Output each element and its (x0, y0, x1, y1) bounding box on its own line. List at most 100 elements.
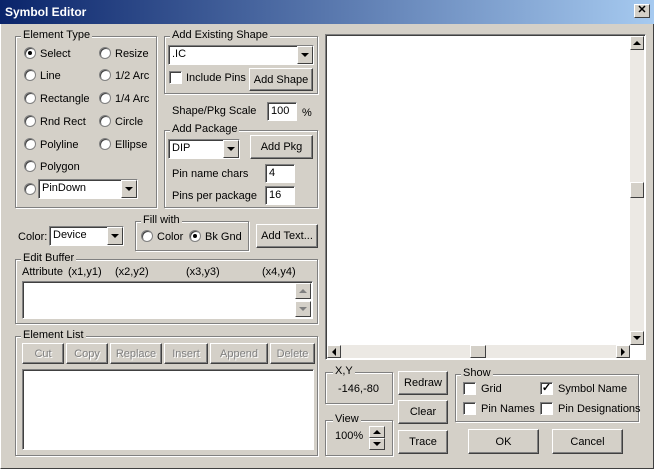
pin-type-value: PinDown (42, 182, 87, 194)
radio-rectangle-label: Rectangle (40, 93, 90, 105)
radio-pin[interactable] (24, 183, 36, 195)
scale-input[interactable]: 100 (267, 102, 297, 121)
pins-per-package-input[interactable]: 16 (265, 186, 295, 205)
include-pins-label: Include Pins (186, 72, 246, 84)
close-button[interactable]: ✕ (634, 4, 650, 18)
color-value: Device (53, 229, 87, 241)
add-existing-shape-label: Add Existing Shape (170, 29, 271, 41)
add-package-label: Add Package (170, 123, 240, 135)
radio-fill-bkgnd[interactable] (189, 230, 201, 242)
pin-name-chars-label: Pin name chars (172, 168, 249, 180)
edit-buffer-header-x3y3: (x3,y3) (186, 266, 220, 278)
trace-button[interactable]: Trace (398, 430, 448, 454)
edit-buffer-header-x1y1: (x1,y1) (68, 266, 102, 278)
radio-rnd-rect[interactable] (24, 115, 36, 127)
radio-line-label: Line (40, 70, 61, 82)
radio-resize-label: Resize (115, 48, 149, 60)
grid-checkbox[interactable] (463, 382, 476, 395)
element-list-box[interactable] (22, 369, 314, 450)
radio-circle[interactable] (99, 115, 111, 127)
pin-designations-checkbox[interactable] (540, 402, 553, 415)
fill-with-label: Fill with (141, 214, 182, 226)
canvas-scroll-down[interactable] (630, 331, 644, 345)
ok-button[interactable]: OK (468, 429, 539, 454)
radio-rnd-rect-label: Rnd Rect (40, 116, 86, 128)
canvas-scroll-right[interactable] (616, 345, 630, 358)
color-label: Color: (18, 231, 48, 243)
canvas-scroll-up[interactable] (630, 36, 644, 50)
append-button[interactable]: Append (210, 343, 268, 364)
close-icon: ✕ (637, 4, 647, 16)
insert-button[interactable]: Insert (164, 343, 208, 364)
add-shape-button[interactable]: Add Shape (249, 68, 313, 91)
edit-buffer-header-x2y2: (x2,y2) (115, 266, 149, 278)
pin-name-chars-input[interactable]: 4 (265, 164, 295, 183)
edit-buffer-header-x4y4: (x4,y4) (262, 266, 296, 278)
radio-line[interactable] (24, 69, 36, 81)
view-label: View (333, 413, 361, 425)
pin-names-label: Pin Names (481, 403, 535, 415)
package-dropdown[interactable]: DIP (168, 139, 240, 159)
clear-button[interactable]: Clear (398, 400, 448, 424)
zoom-up-button[interactable] (369, 426, 385, 438)
delete-button[interactable]: Delete (270, 343, 315, 364)
include-pins-checkbox[interactable] (169, 71, 182, 84)
element-type-label: Element Type (21, 29, 93, 41)
radio-resize[interactable] (99, 47, 111, 59)
title-bar: Symbol Editor (0, 0, 654, 24)
radio-fill-color[interactable] (141, 230, 153, 242)
cut-button[interactable]: Cut (22, 343, 64, 364)
canvas-hscroll-thumb[interactable] (470, 345, 486, 358)
symbol-name-label: Symbol Name (558, 383, 628, 395)
radio-ellipse-label: Ellipse (115, 139, 148, 151)
pin-names-checkbox[interactable] (463, 402, 476, 415)
add-pkg-button[interactable]: Add Pkg (250, 135, 313, 159)
element-list-label: Element List (21, 329, 86, 341)
cancel-button[interactable]: Cancel (552, 429, 623, 454)
edit-buffer-textarea[interactable] (22, 281, 313, 319)
radio-fill-color-label: Color (157, 231, 184, 243)
edit-buffer-scroll-down[interactable] (295, 301, 311, 317)
pin-type-dropdown[interactable]: PinDown (38, 179, 138, 199)
edit-buffer-scroll-up[interactable] (295, 283, 311, 299)
radio-polyline[interactable] (24, 138, 36, 150)
canvas-vscroll-thumb[interactable] (630, 182, 644, 198)
radio-fill-bkgnd-label: Bk Gnd (205, 231, 242, 243)
package-value: DIP (172, 142, 191, 154)
window-title: Symbol Editor (5, 5, 87, 19)
radio-polygon[interactable] (24, 160, 36, 172)
chevron-down-icon[interactable] (223, 140, 239, 158)
radio-polygon-label: Polygon (40, 161, 80, 173)
canvas-scroll-left[interactable] (327, 345, 341, 358)
replace-button[interactable]: Replace (110, 343, 162, 364)
chevron-down-icon[interactable] (107, 227, 123, 245)
xy-value: -146,-80 (338, 383, 379, 395)
radio-half-arc[interactable] (99, 69, 111, 81)
symbol-name-checkbox[interactable]: ✓ (540, 382, 553, 395)
radio-quarter-arc[interactable] (99, 92, 111, 104)
radio-select[interactable] (24, 47, 36, 59)
color-dropdown[interactable]: Device (49, 226, 124, 246)
radio-circle-label: Circle (115, 116, 144, 128)
copy-button[interactable]: Copy (66, 343, 108, 364)
radio-polyline-label: Polyline (40, 139, 79, 151)
radio-select-label: Select (40, 48, 71, 60)
radio-ellipse[interactable] (99, 138, 111, 150)
chevron-down-icon[interactable] (297, 46, 313, 64)
shape-value: .IC (172, 48, 187, 60)
pin-designations-label: Pin Designations (558, 403, 641, 415)
radio-half-arc-label: 1/2 Arc (115, 70, 150, 82)
add-text-button[interactable]: Add Text... (256, 224, 318, 248)
pins-per-package-label: Pins per package (172, 190, 257, 202)
drawing-canvas[interactable] (325, 34, 646, 360)
radio-rectangle[interactable] (24, 92, 36, 104)
xy-label: X,Y (333, 365, 355, 377)
shape-dropdown[interactable]: .IC (168, 45, 314, 65)
zoom-down-button[interactable] (369, 438, 385, 450)
chevron-down-icon[interactable] (121, 180, 137, 198)
redraw-button[interactable]: Redraw (398, 371, 448, 395)
scale-unit: % (302, 107, 312, 119)
edit-buffer-label: Edit Buffer (21, 252, 77, 264)
grid-label: Grid (481, 383, 502, 395)
view-value: 100% (335, 430, 364, 442)
